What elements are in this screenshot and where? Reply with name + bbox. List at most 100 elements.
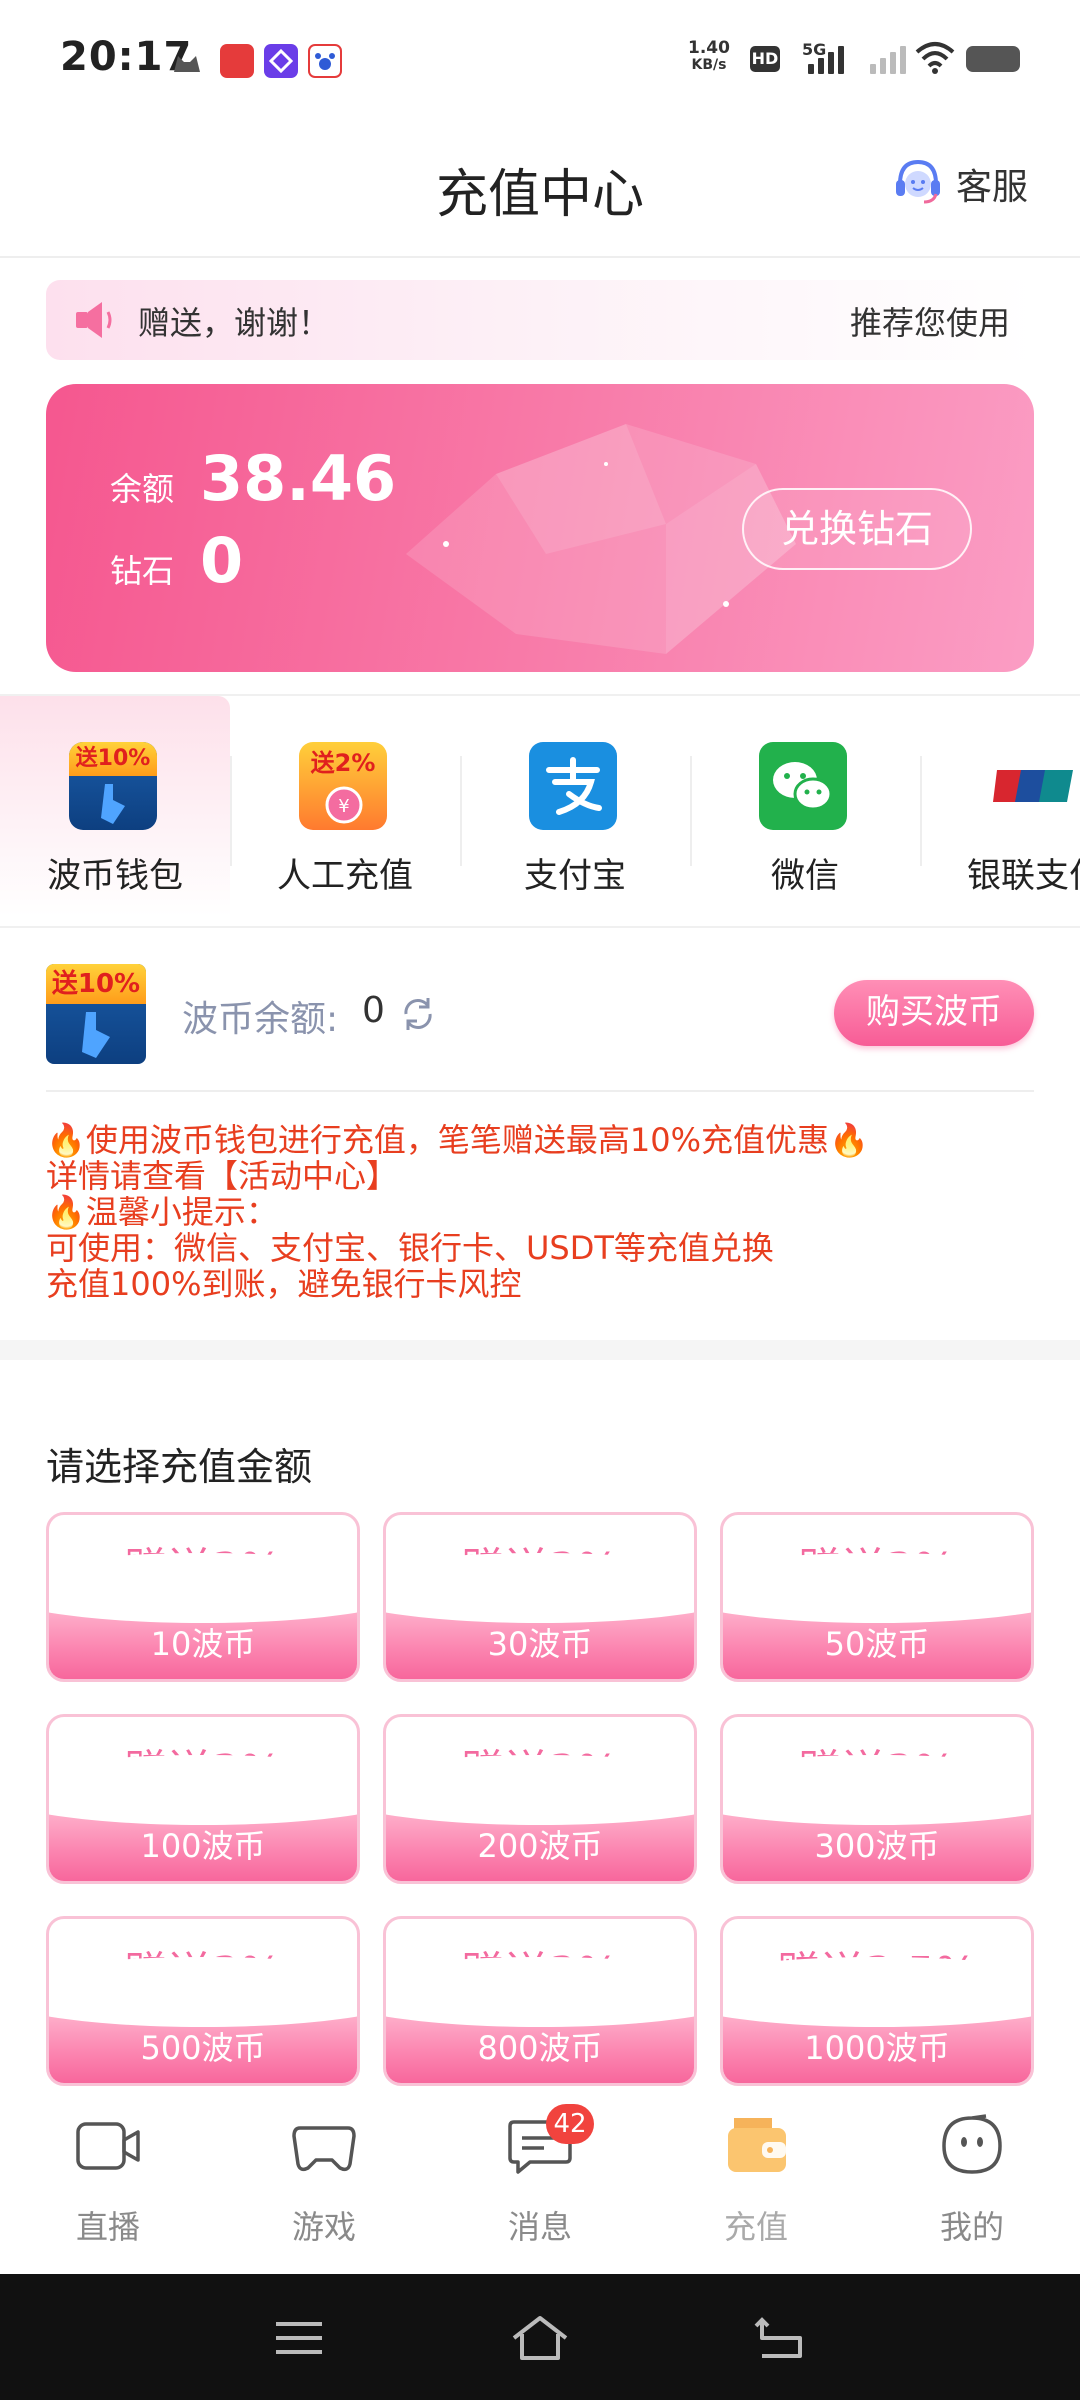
payment-tab-manual[interactable]: 送2% ¥ 人工充值	[230, 696, 460, 926]
signal-secondary-icon	[870, 40, 906, 74]
tip-line: 充值100%到账，避免银行卡风控	[46, 1265, 522, 1303]
net-speed-unit: KB/s	[691, 57, 727, 73]
home-icon[interactable]	[510, 2314, 570, 2362]
amount-coins: 30波币	[487, 1625, 593, 1663]
nav-item-profile[interactable]: 我的	[864, 2090, 1080, 2274]
amount-coins: 100波币	[140, 1827, 266, 1865]
tip-line: 🔥使用波币钱包进行充值，笔笔赠送最高10%充值优惠🔥	[46, 1121, 869, 1159]
payment-tab-wechat[interactable]: 微信	[690, 696, 920, 926]
payment-tab-unionpay[interactable]: 银联支付	[920, 696, 1080, 926]
balance-label: 余额	[110, 470, 175, 508]
amount-option[interactable]: 赠送3% 800波币	[383, 1916, 697, 2086]
nav-item-messages[interactable]: 消息	[432, 2090, 648, 2274]
amount-option[interactable]: 赠送3% 10波币	[46, 1512, 360, 1682]
amount-coins: 50波币	[824, 1625, 930, 1663]
payment-tab-label: 支付宝	[524, 856, 626, 896]
battery-icon	[966, 46, 1020, 72]
net-speed: 1.40 KB/s	[688, 40, 730, 74]
nav-label: 消息	[507, 2208, 572, 2246]
nav-label: 充值	[723, 2208, 788, 2246]
live-camera-icon	[76, 2122, 140, 2170]
buy-bobi-button[interactable]: 购买波币	[834, 980, 1034, 1046]
amount-coins: 10波币	[150, 1625, 256, 1663]
message-count-badge: 42	[546, 2104, 594, 2144]
amount-option[interactable]: 赠送3.5% 1000波币	[720, 1916, 1034, 2086]
nav-item-recharge[interactable]: 充值	[648, 2090, 864, 2274]
system-navigation-bar	[0, 2274, 1080, 2400]
menu-icon[interactable]	[272, 2318, 326, 2358]
svg-text:¥: ¥	[338, 796, 349, 817]
notice-bar[interactable]: 赠送，谢谢！ 推荐您使用	[46, 280, 1034, 360]
nav-item-live[interactable]: 直播	[0, 2090, 216, 2274]
payment-tab-label: 微信	[771, 856, 839, 896]
exchange-diamond-button[interactable]: 兑换钻石	[742, 488, 972, 570]
notice-scrolling-text: 赠送，谢谢！	[138, 304, 331, 342]
diamond-value: 0	[200, 524, 244, 597]
promo-tips: 🔥使用波币钱包进行充值，笔笔赠送最高10%充值优惠🔥 详情请查看【活动中心】 🔥…	[46, 1122, 1046, 1302]
amount-coins: 800波币	[477, 2029, 603, 2067]
balance-value: 38.46	[200, 442, 397, 515]
amount-option[interactable]: 赠送3% 200波币	[383, 1714, 697, 1884]
payment-tab-bobi-wallet[interactable]: 送10% 波币钱包	[0, 696, 230, 926]
app-paw-icon	[308, 44, 342, 78]
amount-coins: 500波币	[140, 2029, 266, 2067]
bobi-wallet-logo: 送10%	[46, 964, 146, 1064]
header: 充值中心 客服	[0, 118, 1080, 258]
tip-line-activity-link[interactable]: 详情请查看【活动中心】	[46, 1158, 1046, 1194]
wallet-icon	[728, 2118, 786, 2172]
amount-section-title: 请选择充值金额	[46, 1445, 313, 1489]
manual-recharge-icon: 送2% ¥	[299, 742, 387, 830]
nav-item-games[interactable]: 游戏	[216, 2090, 432, 2274]
nav-label: 游戏	[291, 2208, 356, 2246]
customer-service-button[interactable]: 客服	[890, 154, 1028, 214]
payment-tab-label: 人工充值	[277, 856, 413, 896]
wechat-icon	[759, 742, 847, 830]
payment-tab-alipay[interactable]: 支付宝	[460, 696, 690, 926]
bobi-wallet-badge: 送10%	[69, 742, 157, 776]
signal-icon	[808, 40, 844, 74]
notice-right-text: 推荐您使用	[849, 304, 1010, 342]
payment-tab-label: 波币钱包	[47, 856, 183, 896]
status-bar: 20:17 1.40 KB/s HD 5G	[0, 0, 1080, 118]
amount-option[interactable]: 赠送3% 30波币	[383, 1512, 697, 1682]
app-red-icon	[220, 44, 254, 78]
balance-card: 余额 38.46 钻石 0 兑换钻石	[46, 384, 1034, 672]
amount-option[interactable]: 赠送3% 50波币	[720, 1512, 1034, 1682]
amount-option[interactable]: 赠送3% 500波币	[46, 1916, 360, 2086]
customer-service-label: 客服	[956, 167, 1029, 208]
amount-coins: 200波币	[477, 1827, 603, 1865]
payment-tab-label: 银联支付	[967, 856, 1080, 896]
unionpay-icon	[989, 742, 1077, 830]
divider	[46, 1090, 1034, 1092]
wallet-logo-badge: 送10%	[46, 964, 146, 1004]
payment-method-tabs: 送10% 波币钱包 送2% ¥ 人工充值 支付宝 微信 银联支	[0, 694, 1080, 928]
refresh-icon[interactable]	[398, 994, 438, 1038]
nav-label: 我的	[939, 2208, 1004, 2246]
manual-recharge-badge: 送2%	[310, 749, 376, 777]
wallet-balance-label: 波币余额:	[182, 999, 339, 1040]
amount-coins: 1000波币	[804, 2029, 950, 2067]
net-speed-value: 1.40	[688, 38, 730, 58]
diamond-label: 钻石	[110, 552, 175, 590]
gamepad-icon	[292, 2126, 356, 2172]
wifi-icon	[914, 40, 956, 78]
headset-icon	[890, 154, 946, 214]
section-gap	[0, 1340, 1080, 1360]
app-purple-icon	[264, 44, 298, 78]
cat-icon	[170, 44, 204, 78]
amount-option[interactable]: 赠送3% 300波币	[720, 1714, 1034, 1884]
nav-label: 直播	[75, 2208, 140, 2246]
tip-line: 🔥温馨小提示：	[46, 1193, 278, 1231]
hd-badge: HD	[750, 46, 780, 72]
tip-line: 可使用：微信、支付宝、银行卡、USDT等充值兑换	[46, 1229, 774, 1267]
recharge-center-screen: 20:17 1.40 KB/s HD 5G 充值中心 客服 赠送，谢谢！ 推荐您…	[0, 0, 1080, 2400]
amount-option[interactable]: 赠送3% 100波币	[46, 1714, 360, 1884]
wallet-balance-value: 0	[362, 990, 385, 1031]
profile-face-icon	[942, 2114, 1002, 2174]
bobi-wallet-icon: 送10%	[69, 742, 157, 830]
bottom-nav: 直播 游戏 消息 充值 我的	[0, 2090, 1080, 2274]
alipay-icon	[529, 742, 617, 830]
amount-coins: 300波币	[814, 1827, 940, 1865]
speaker-icon	[72, 298, 120, 346]
back-icon[interactable]	[752, 2316, 808, 2360]
